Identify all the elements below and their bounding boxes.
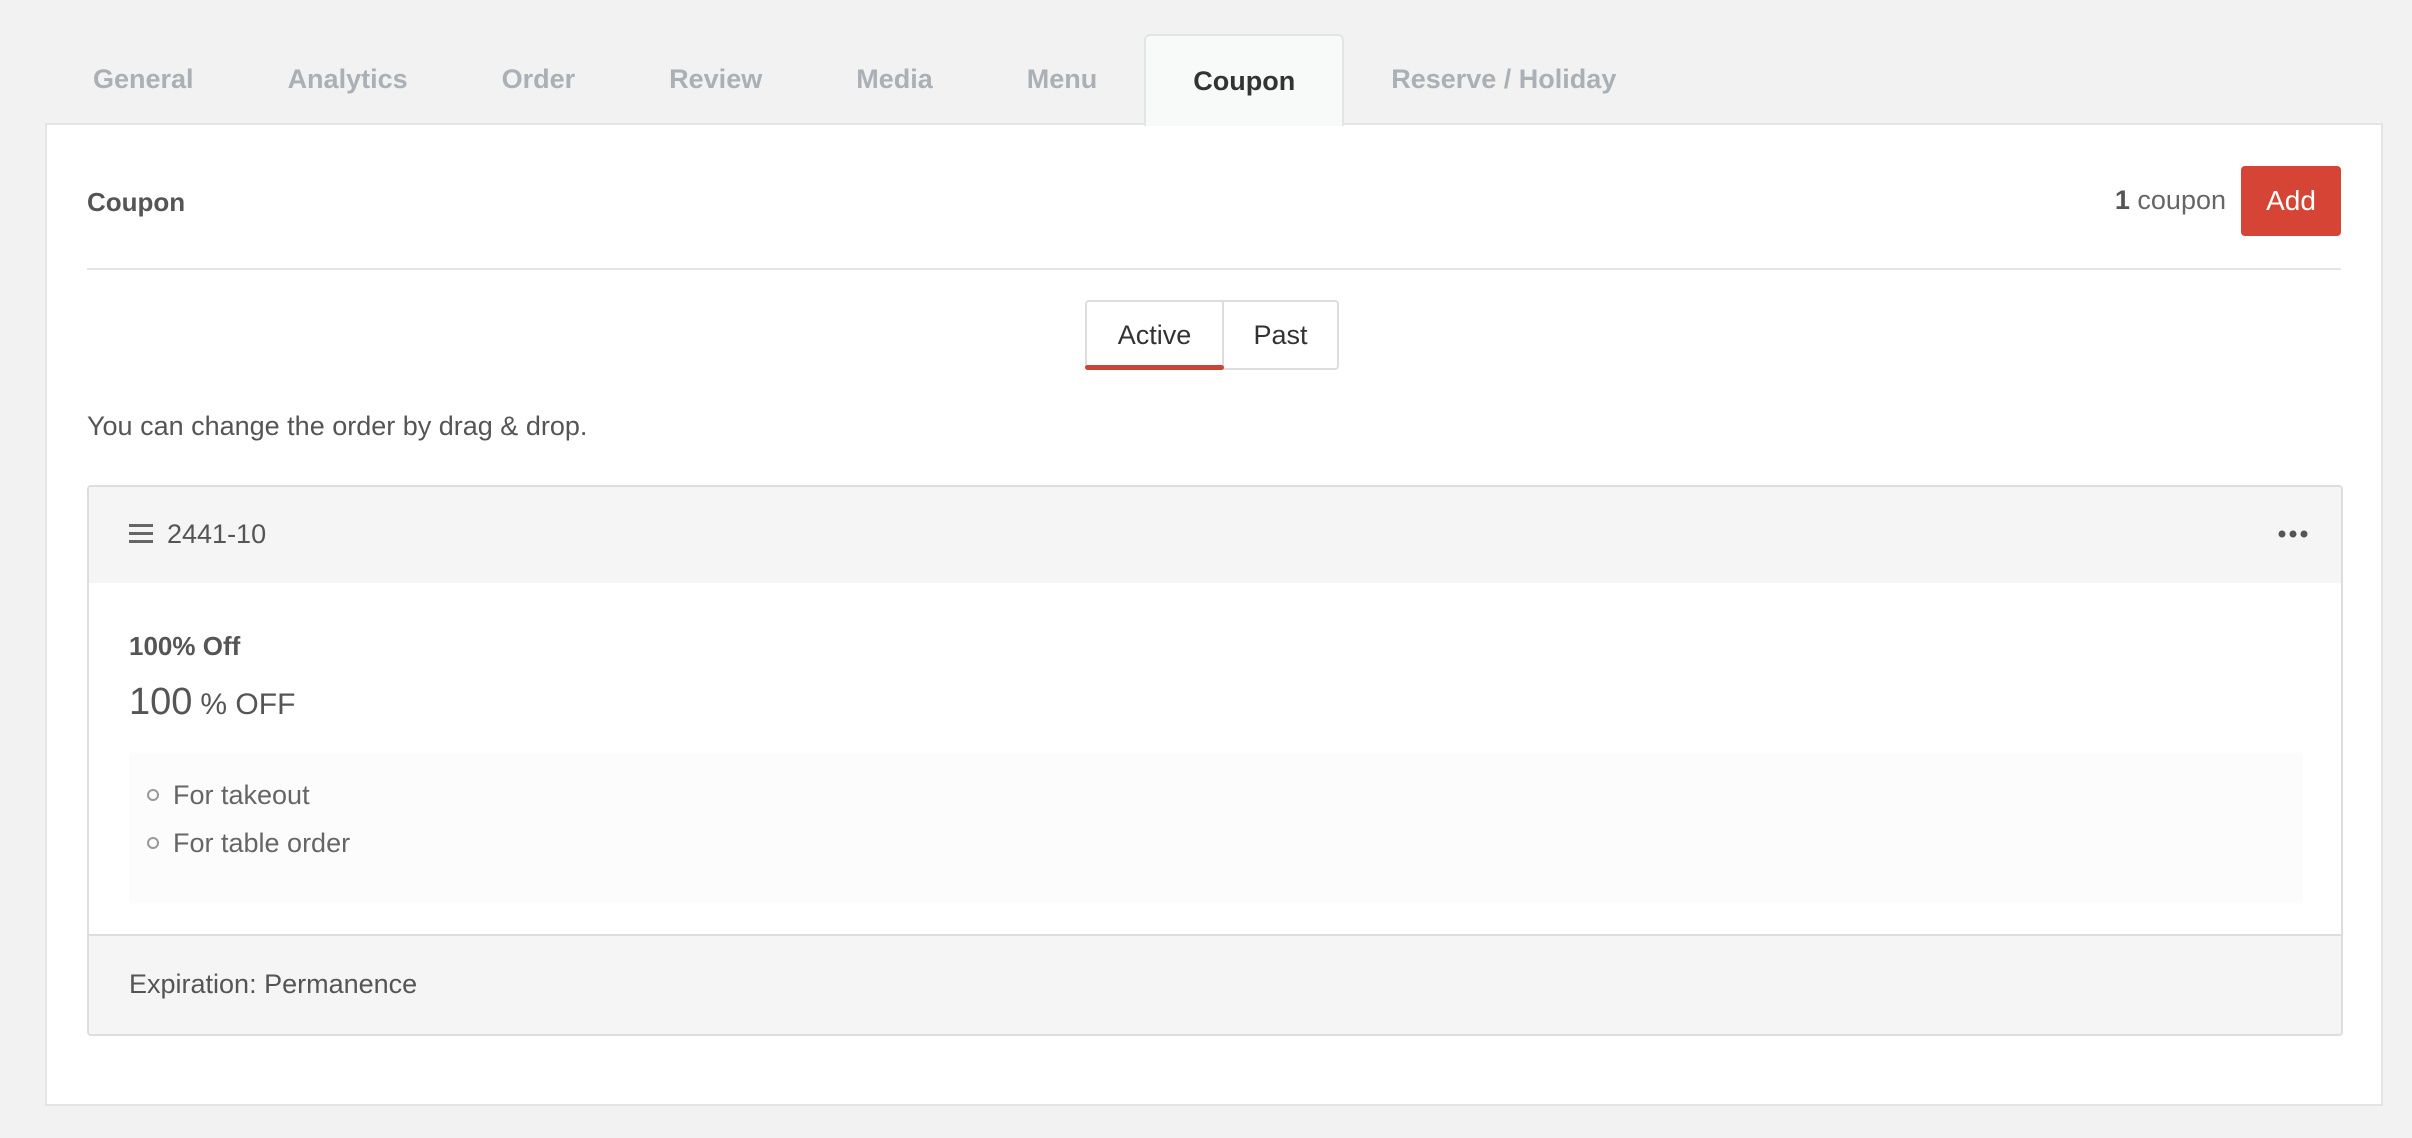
status-filter: Active Past <box>1085 300 1339 370</box>
tab-reserve-holiday[interactable]: Reserve / Holiday <box>1344 34 1663 124</box>
coupon-conditions: For takeout For table order <box>129 753 2303 903</box>
drag-drop-hint: You can change the order by drag & drop. <box>87 411 588 441</box>
discount-unit: % OFF <box>200 688 296 721</box>
condition-text: For takeout <box>173 780 310 810</box>
discount-value: 100 <box>129 681 193 723</box>
bullet-icon <box>147 789 159 801</box>
more-options-icon[interactable] <box>2273 519 2313 549</box>
drag-handle-icon[interactable] <box>129 523 153 545</box>
tab-analytics[interactable]: Analytics <box>241 34 455 124</box>
coupon-code: 2441-10 <box>167 519 267 549</box>
panel-header: Coupon 1 coupon Add <box>87 125 2341 270</box>
condition-item: For table order <box>147 819 350 867</box>
coupon-count-number: 1 <box>2114 185 2130 215</box>
coupon-count-label: coupon <box>2137 185 2226 215</box>
tab-bar: General Analytics Order Review Media Men… <box>46 34 1663 126</box>
tab-media[interactable]: Media <box>809 34 980 124</box>
condition-item: For takeout <box>147 771 350 819</box>
filter-active-button[interactable]: Active <box>1085 302 1224 370</box>
condition-text: For table order <box>173 828 351 858</box>
coupon-name: 100% Off <box>129 631 241 661</box>
tab-order[interactable]: Order <box>455 34 623 124</box>
coupon-card-header: 2441-10 <box>89 487 2341 585</box>
coupon-expiration: Expiration: Permanence <box>129 969 418 999</box>
coupon-discount: 100% OFF <box>129 681 295 724</box>
tab-review[interactable]: Review <box>622 34 809 124</box>
filter-past-button[interactable]: Past <box>1224 302 1337 368</box>
coupon-card-body: 100% Off 100% OFF For takeout For table … <box>89 583 2341 937</box>
tab-menu[interactable]: Menu <box>980 34 1145 124</box>
add-coupon-button[interactable]: Add <box>2241 166 2341 236</box>
tab-coupon[interactable]: Coupon <box>1144 34 1345 126</box>
coupon-card[interactable]: 2441-10 100% Off 100% OFF For takeout Fo… <box>87 485 2343 1036</box>
coupon-panel: Coupon 1 coupon Add Active Past You can … <box>45 123 2383 1106</box>
bullet-icon <box>147 837 159 849</box>
conditions-list: For takeout For table order <box>147 771 350 867</box>
tab-general[interactable]: General <box>46 34 241 124</box>
coupon-card-footer: Expiration: Permanence <box>89 934 2341 1034</box>
coupon-count: 1 coupon <box>2115 185 2226 216</box>
panel-title: Coupon <box>87 187 186 217</box>
